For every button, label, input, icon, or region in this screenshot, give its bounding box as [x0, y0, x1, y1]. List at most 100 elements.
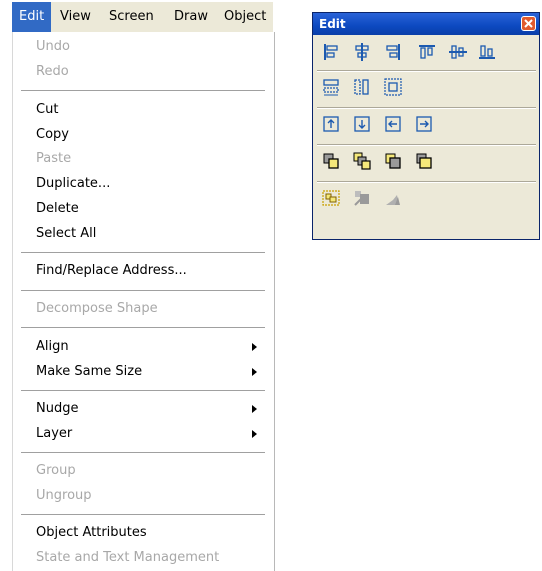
menu-item-label: Duplicate...: [36, 176, 111, 191]
close-button[interactable]: [521, 16, 536, 31]
edit-menu-dropdown: Undo Redo Cut Copy Paste Duplicate... De…: [12, 32, 275, 571]
menu-item-label: Paste: [36, 151, 72, 166]
toolbar-row-layer: [317, 147, 536, 177]
send-backward-button[interactable]: [383, 151, 403, 171]
nudge-right-icon: [416, 116, 432, 132]
menu-item-redo[interactable]: Redo: [13, 60, 271, 84]
bring-to-front-icon: [323, 153, 339, 169]
menu-separator: [21, 514, 265, 516]
toolbar-separator: [317, 144, 536, 146]
menu-item-label: Undo: [36, 39, 70, 54]
send-to-back-button[interactable]: [414, 151, 434, 171]
same-size-icon: [384, 78, 402, 96]
submenu-arrow-icon: [252, 343, 257, 351]
ungroup-button[interactable]: [352, 188, 372, 208]
menu-item-copy[interactable]: Copy: [13, 123, 271, 147]
toolbar-row-align: [317, 38, 536, 68]
menu-item-find-replace-address[interactable]: Find/Replace Address...: [13, 259, 271, 283]
close-icon: [524, 19, 533, 28]
menu-item-paste[interactable]: Paste: [13, 147, 271, 171]
menu-edit[interactable]: Edit: [12, 2, 52, 32]
send-backward-icon: [385, 153, 401, 169]
toolbar-separator: [317, 181, 536, 183]
menu-item-cut[interactable]: Cut: [13, 98, 271, 122]
menu-view[interactable]: View: [60, 2, 91, 32]
menu-item-undo[interactable]: Undo: [13, 35, 271, 59]
menu-item-nudge[interactable]: Nudge: [13, 397, 271, 421]
toolbar-row-nudge: [317, 110, 536, 140]
toolbar-row-same-size: [317, 73, 536, 103]
bring-forward-button[interactable]: [352, 151, 372, 171]
toolbar-separator: [317, 70, 536, 72]
toolbar-separator: [317, 107, 536, 109]
menu-item-label: State and Text Management: [36, 550, 220, 565]
menu-item-state-text-management[interactable]: State and Text Management: [13, 546, 271, 570]
menu-item-align[interactable]: Align: [13, 335, 271, 359]
align-top-icon: [419, 45, 435, 59]
menu-item-duplicate[interactable]: Duplicate...: [13, 172, 271, 196]
menu-item-label: Cut: [36, 102, 59, 117]
same-size-button[interactable]: [383, 77, 403, 97]
menu-separator: [21, 252, 265, 254]
menu-separator: [21, 290, 265, 292]
menu-item-decompose-shape[interactable]: Decompose Shape: [13, 297, 271, 321]
menu-item-label: Nudge: [36, 401, 79, 416]
align-bottom-icon: [479, 45, 495, 59]
decompose-shape-icon: [386, 195, 400, 205]
group-button[interactable]: [321, 188, 341, 208]
same-height-button[interactable]: [352, 77, 372, 97]
menu-separator: [21, 327, 265, 329]
decompose-shape-button[interactable]: [383, 188, 403, 208]
menu-item-delete[interactable]: Delete: [13, 197, 271, 221]
send-to-back-icon: [416, 153, 432, 169]
align-center-vertical-button[interactable]: [448, 42, 468, 62]
align-top-button[interactable]: [417, 42, 437, 62]
menu-item-label: Find/Replace Address...: [36, 263, 187, 278]
menu-item-make-same-size[interactable]: Make Same Size: [13, 360, 271, 384]
menu-bar: Edit View Screen Draw Object: [12, 2, 273, 32]
align-center-horizontal-button[interactable]: [352, 42, 372, 62]
menu-item-label: Align: [36, 339, 69, 354]
align-bottom-button[interactable]: [477, 42, 497, 62]
menu-item-label: Layer: [36, 426, 73, 441]
menu-separator: [21, 390, 265, 392]
menu-item-label: Object Attributes: [36, 525, 147, 540]
align-center-vertical-icon: [449, 45, 467, 59]
menu-item-layer[interactable]: Layer: [13, 422, 271, 446]
menu-item-object-attributes[interactable]: Object Attributes: [13, 521, 271, 545]
align-center-horizontal-icon: [355, 43, 369, 61]
ungroup-icon: [354, 191, 369, 206]
menu-item-label: Make Same Size: [36, 364, 143, 379]
toolbar-titlebar[interactable]: Edit: [313, 13, 539, 35]
nudge-left-icon: [385, 116, 401, 132]
align-left-icon: [324, 44, 338, 60]
nudge-right-button[interactable]: [414, 114, 434, 134]
group-icon: [322, 190, 340, 206]
nudge-down-button[interactable]: [352, 114, 372, 134]
same-width-button[interactable]: [321, 77, 341, 97]
menu-item-select-all[interactable]: Select All: [13, 222, 271, 246]
menu-screen[interactable]: Screen: [109, 2, 154, 32]
align-left-button[interactable]: [321, 42, 341, 62]
menu-separator: [21, 452, 265, 454]
menu-object[interactable]: Object: [224, 2, 266, 32]
edit-toolbar-window: Edit: [312, 12, 540, 240]
nudge-up-button[interactable]: [321, 114, 341, 134]
toolbar-row-group: [317, 184, 536, 214]
menu-item-ungroup[interactable]: Ungroup: [13, 484, 271, 508]
nudge-left-button[interactable]: [383, 114, 403, 134]
menu-item-label: Decompose Shape: [36, 301, 158, 316]
align-right-icon: [386, 44, 400, 60]
submenu-arrow-icon: [252, 405, 257, 413]
nudge-up-icon: [323, 116, 339, 132]
submenu-arrow-icon: [252, 430, 257, 438]
toolbar-title: Edit: [319, 17, 346, 31]
submenu-arrow-icon: [252, 368, 257, 376]
menu-draw[interactable]: Draw: [174, 2, 208, 32]
align-right-button[interactable]: [383, 42, 403, 62]
menu-item-label: Redo: [36, 64, 69, 79]
menu-item-label: Select All: [36, 226, 97, 241]
bring-to-front-button[interactable]: [321, 151, 341, 171]
same-width-icon: [323, 79, 339, 96]
menu-item-group[interactable]: Group: [13, 459, 271, 483]
